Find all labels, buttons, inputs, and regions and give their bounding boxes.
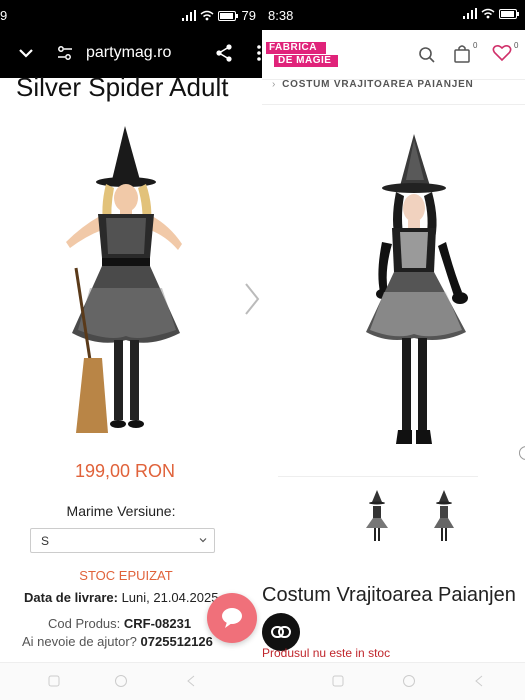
- product-code-value: CRF-08231: [123, 616, 192, 631]
- size-label: Marime Versiune:: [66, 503, 176, 519]
- thumbnail-1[interactable]: [360, 488, 394, 544]
- product-code: Cod Produs: CRF-08231: [48, 616, 191, 631]
- delivery-label: Data de livrare:: [24, 590, 118, 605]
- product-code-label: Cod Produs:: [48, 616, 121, 631]
- product-price: 199,00 RON: [74, 461, 176, 481]
- help-line: Ai nevoie de ajutor? 0725512126: [22, 634, 213, 649]
- system-nav-bar: [262, 662, 525, 700]
- delivery-info: Data de livrare: Luni, 21.04.2025: [24, 590, 218, 605]
- status-edge-text: 9: [0, 8, 8, 23]
- chevron-down-icon[interactable]: [16, 43, 36, 63]
- cart-count: 0: [473, 41, 478, 50]
- stock-message: Produsul nu este in stoc: [262, 646, 391, 660]
- product-title: Costum Vrajitoarea Paianjen: [262, 584, 516, 606]
- nav-back-icon[interactable]: [474, 675, 484, 687]
- more-menu-icon[interactable]: [254, 43, 262, 63]
- signal-icon: [181, 10, 196, 21]
- help-phone[interactable]: 0725512126: [141, 634, 213, 649]
- stock-status: STOC EPUIZAT: [79, 568, 173, 583]
- product-title: Silver Spider Adult: [16, 72, 229, 102]
- size-select[interactable]: S: [30, 528, 215, 553]
- product-image[interactable]: [30, 118, 230, 443]
- nav-home-icon[interactable]: [114, 674, 128, 688]
- system-nav-bar: [0, 662, 262, 700]
- chevron-down-icon: [199, 538, 207, 543]
- nav-recents-icon[interactable]: [332, 675, 344, 687]
- share-icon[interactable]: [214, 43, 234, 63]
- site-logo[interactable]: FABRICA DE MAGIE: [266, 42, 338, 68]
- status-time: 8:38: [268, 8, 294, 23]
- logo-text-top: FABRICA: [269, 42, 317, 53]
- battery-icon: [217, 10, 238, 21]
- size-select-value: S: [41, 534, 50, 548]
- status-bar: 8:38: [262, 0, 525, 30]
- breadcrumb: › COSTUM VRAJITOAREA PAIANJEN: [272, 79, 474, 90]
- thumbnail-2[interactable]: [427, 488, 461, 544]
- breadcrumb-chevron-icon: ›: [272, 79, 277, 90]
- browser-toolbar: partymag.ro: [0, 30, 262, 78]
- wifi-icon: [481, 8, 495, 19]
- status-icons: [463, 8, 519, 19]
- left-pane-partymag: 9 79 partymag.ro Silver Spider Adult 199…: [0, 0, 262, 700]
- delivery-value: Luni, 21.04.2025: [121, 590, 219, 605]
- thumbnail-divider: [278, 476, 478, 477]
- cart-icon[interactable]: [453, 44, 471, 64]
- search-icon[interactable]: [418, 46, 436, 64]
- split-screen: 9 79 partymag.ro Silver Spider Adult 199…: [0, 0, 525, 700]
- wishlist-count: 0: [514, 41, 519, 50]
- signal-icon: [463, 8, 477, 19]
- battery-level: 79: [241, 8, 256, 23]
- next-image-arrow-icon[interactable]: [243, 282, 261, 316]
- nav-back-icon[interactable]: [186, 675, 196, 687]
- nav-home-icon[interactable]: [402, 674, 416, 688]
- logo-text-bottom: DE MAGIE: [278, 55, 332, 66]
- breadcrumb-current[interactable]: COSTUM VRAJITOAREA PAIANJEN: [282, 79, 473, 90]
- right-pane-fabricademagie: 8:38 FABRICA DE MAGIE 0 0 › COSTUM VRAJI…: [262, 0, 525, 700]
- heart-icon[interactable]: [492, 44, 512, 62]
- chat-button[interactable]: [207, 593, 257, 643]
- url-text[interactable]: partymag.ro: [86, 44, 171, 62]
- help-label: Ai nevoie de ajutor?: [22, 634, 137, 649]
- site-settings-icon[interactable]: [56, 44, 74, 62]
- carousel-control[interactable]: [519, 446, 525, 460]
- product-image[interactable]: [362, 132, 487, 454]
- divider: [262, 104, 525, 105]
- status-icons: 79: [181, 8, 256, 23]
- nav-recents-icon[interactable]: [48, 675, 60, 687]
- site-header: FABRICA DE MAGIE 0 0: [262, 30, 525, 80]
- chat-icon: [222, 608, 242, 628]
- wifi-icon: [200, 10, 214, 21]
- status-bar: 9 79: [0, 0, 262, 30]
- battery-icon: [499, 8, 519, 19]
